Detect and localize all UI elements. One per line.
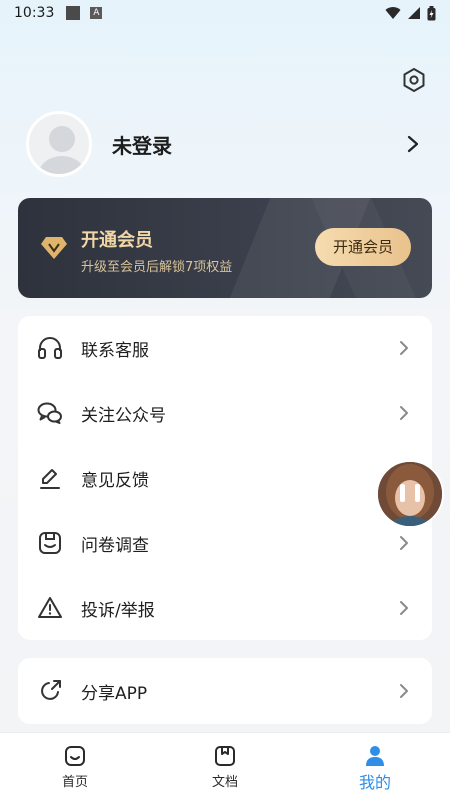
login-status-label[interactable]: 未登录 (112, 130, 172, 159)
chevron-right-icon (400, 406, 408, 420)
menu-item-label: 投诉/举报 (81, 600, 155, 621)
menu-item-feedback[interactable]: 意见反馈 (18, 446, 432, 510)
vip-banner[interactable]: 开通会员 升级至会员后解锁7项权益 开通会员 (18, 198, 432, 298)
menu-item-complaint-report[interactable]: 投诉/举报 (18, 576, 432, 640)
tab-label: 文档 (211, 775, 238, 790)
bottom-tab-bar: 首页 文档 我的 (0, 732, 450, 800)
tab-profile[interactable]: 我的 (300, 733, 450, 800)
wechat-icon (37, 402, 62, 424)
menu-item-share-app[interactable]: 分享APP (18, 659, 432, 723)
warning-icon (38, 597, 62, 618)
tab-documents[interactable]: 文档 (150, 733, 300, 800)
avatar[interactable] (26, 111, 92, 177)
status-indicators (385, 5, 436, 21)
avatar-head (49, 126, 75, 152)
vip-title: 开通会员 (81, 230, 153, 251)
home-icon (65, 746, 85, 766)
open-membership-button[interactable]: 开通会员 (315, 228, 411, 266)
avatar-body (38, 156, 86, 174)
tab-home[interactable]: 首页 (0, 733, 150, 800)
pen-icon (40, 469, 60, 489)
notification-square-icon (66, 6, 81, 20)
status-time: 10:33 (14, 5, 55, 21)
menu-item-customer-service[interactable]: 联系客服 (18, 316, 432, 380)
chevron-right-icon (400, 601, 408, 615)
headset-icon (38, 337, 62, 359)
menu-item-label: 意见反馈 (81, 470, 149, 491)
wifi-icon (385, 7, 401, 20)
tab-label: 首页 (61, 775, 88, 790)
tab-label: 我的 (358, 773, 391, 792)
signal-icon (408, 7, 420, 19)
chevron-right-icon[interactable] (406, 135, 420, 153)
status-bar: 10:33 A (0, 0, 450, 26)
assistant-portrait-icon (378, 462, 442, 526)
floating-assistant-avatar[interactable] (376, 460, 444, 528)
chevron-right-icon (400, 536, 408, 550)
menu-item-label: 关注公众号 (81, 405, 166, 426)
menu-item-label: 问卷调查 (81, 535, 149, 556)
menu-item-label: 分享APP (81, 683, 148, 704)
vip-subtitle: 升级至会员后解锁7项权益 (81, 260, 233, 275)
document-icon (215, 746, 235, 766)
menu-list: 联系客服 关注公众号 意见反馈 问卷调查 投诉/举报 (18, 316, 432, 640)
profile-row[interactable]: 未登录 (26, 110, 426, 178)
menu-item-survey[interactable]: 问卷调查 (18, 511, 432, 575)
notification-a-icon: A (90, 7, 103, 19)
battery-icon (427, 5, 436, 20)
menu-item-follow-official-account[interactable]: 关注公众号 (18, 381, 432, 445)
chevron-right-icon (400, 684, 408, 698)
settings-icon (403, 68, 425, 92)
share-section: 分享APP (18, 658, 432, 724)
diamond-icon (41, 237, 67, 259)
share-icon (41, 680, 61, 700)
menu-item-label: 联系客服 (81, 340, 149, 361)
chevron-right-icon (400, 341, 408, 355)
survey-icon (39, 532, 61, 554)
settings-button[interactable] (400, 66, 428, 94)
profile-icon (366, 746, 384, 766)
